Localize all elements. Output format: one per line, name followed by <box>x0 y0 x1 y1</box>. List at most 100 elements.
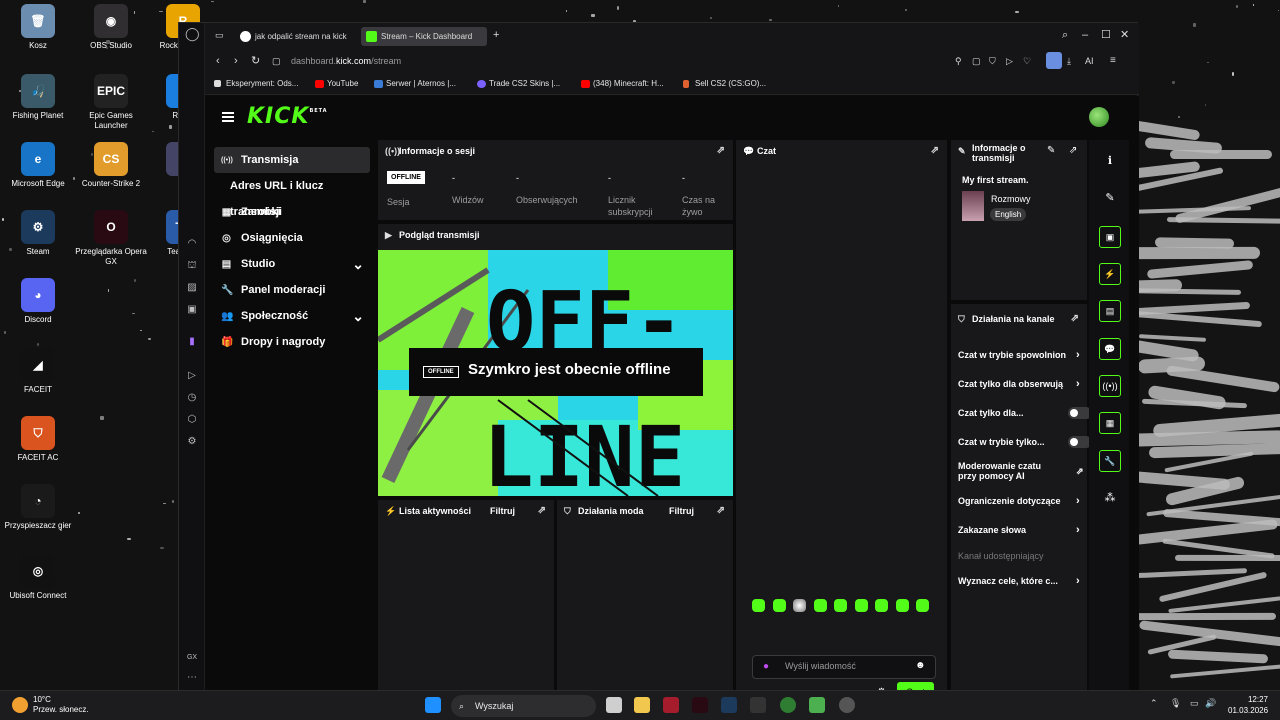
desktop-icon[interactable]: 🎣 Fishing Planet <box>0 74 76 121</box>
heart-icon[interactable]: ♡ <box>1023 54 1031 68</box>
download-icon[interactable]: ⤓ <box>1067 54 1071 68</box>
mic-tray-icon[interactable]: 🎙 <box>1170 698 1181 709</box>
volume-icon[interactable]: 🔊 <box>1205 698 1216 709</box>
taskbar-search[interactable]: ⌕ Wyszukaj <box>451 695 596 717</box>
channel-action-item[interactable]: Moderowanie czatu przy pomocy AI ⇗ <box>958 461 1084 481</box>
desktop-icon[interactable]: ◕ Discord <box>0 278 76 325</box>
emoji-icon[interactable]: ☻ <box>915 660 926 671</box>
tab-google[interactable]: jak odpalić stream na kick <box>235 27 355 46</box>
settings-icon[interactable]: ⚙ <box>185 435 199 449</box>
channel-action-item[interactable]: Czat tylko dla... <box>958 406 1092 420</box>
menu-icon[interactable]: ≡ <box>1110 54 1116 68</box>
nav-item[interactable]: 🎁 Dropy i nagrody <box>214 329 370 355</box>
nav-item[interactable]: Adres URL i klucz transmisji <box>214 173 370 218</box>
snapshot-icon[interactable]: ▢ <box>972 54 981 68</box>
bookmark-item[interactable]: (348) Minecraft: H... <box>581 78 664 90</box>
chat-input[interactable]: ● Wyślij wiadomość ☻ <box>752 655 936 679</box>
bookmark-item[interactable]: Eksperyment: Ods... <box>214 78 298 90</box>
channel-action-item[interactable]: Ograniczenie dotyczące › <box>958 494 1080 508</box>
nav-item[interactable]: 🔧 Panel moderacji <box>214 277 370 303</box>
emote-icon[interactable] <box>916 599 929 612</box>
kick-logo[interactable]: KICKBETA <box>247 104 328 129</box>
search-icon[interactable]: ⌕ <box>1062 28 1068 42</box>
network-icon[interactable]: ▭ <box>1190 698 1199 709</box>
new-tab-button[interactable]: + <box>493 28 499 42</box>
emote-icon[interactable] <box>875 599 888 612</box>
nav-item[interactable]: ▤ Studio ⌄ <box>214 251 370 277</box>
pin-icon[interactable]: ⚲ <box>955 54 962 68</box>
popout-icon[interactable]: ⇗ <box>717 500 725 522</box>
forward-icon[interactable]: › <box>234 54 238 68</box>
bookmark-item[interactable]: Trade CS2 Skins |... <box>477 78 560 90</box>
popout-icon[interactable]: ⇗ <box>931 140 939 162</box>
channel-action-item[interactable]: Wyznacz cele, które c... › <box>958 574 1080 588</box>
opera-gx-taskbar-icon[interactable] <box>663 697 679 713</box>
filter-button[interactable]: Filtruj <box>490 500 515 522</box>
url-field[interactable]: dashboard.kick.com/stream <box>291 53 401 69</box>
info-icon[interactable]: ℹ <box>1099 151 1121 171</box>
xbox-taskbar-icon[interactable] <box>809 697 825 713</box>
channel-action-item[interactable]: Czat w trybie tylko... <box>958 435 1092 449</box>
desktop-icon[interactable]: ⛉ FACEIT AC <box>0 416 76 463</box>
opera-taskbar-icon[interactable] <box>692 697 708 713</box>
more-icon[interactable]: ⋯ <box>185 671 199 685</box>
app-taskbar-icon[interactable] <box>839 697 855 713</box>
nav-item[interactable]: ((•)) Transmisja <box>214 147 370 173</box>
windows-start-icon[interactable] <box>425 697 441 713</box>
steam-taskbar-icon[interactable] <box>721 697 737 713</box>
media-icon[interactable]: ▣ <box>185 303 199 317</box>
hamburger-menu-icon[interactable] <box>222 112 234 122</box>
weather-icon[interactable] <box>12 697 28 713</box>
mic-icon[interactable]: ● <box>763 661 769 672</box>
clip-icon[interactable]: ▣ <box>1099 226 1121 248</box>
desktop-icon[interactable]: ⚙ Steam <box>0 210 76 257</box>
desktop-icon[interactable]: CS Counter-Strike 2 <box>73 142 149 189</box>
file-explorer-icon[interactable] <box>634 697 650 713</box>
desktop-icon[interactable]: ◢ FACEIT <box>0 348 76 395</box>
weather-widget[interactable]: 10°C Przew. słonecz. <box>33 695 89 715</box>
tray-chevron-icon[interactable]: ⌃ <box>1150 698 1158 709</box>
emote-icon[interactable] <box>834 599 847 612</box>
nav-item[interactable]: ▦ Zarobki <box>214 199 370 225</box>
user-avatar[interactable] <box>1089 107 1109 127</box>
channel-action-item[interactable]: Zakazane słowa › <box>958 523 1080 537</box>
desktop-icon[interactable]: ◔ Przyspieszacz gier <box>0 484 76 531</box>
clock[interactable]: 12:27 01.03.2026 <box>1228 694 1268 716</box>
emote-icon[interactable] <box>793 599 806 612</box>
nav-item[interactable]: 👥 Społeczność ⌄ <box>214 303 370 329</box>
popout-icon[interactable]: ⇗ <box>1069 145 1077 156</box>
extensions-icon[interactable]: ⬡ <box>185 413 199 427</box>
shield-icon[interactable]: ⛉ <box>989 54 996 68</box>
bookmark-item[interactable]: YouTube <box>315 78 358 90</box>
bookmark-item[interactable]: Serwer | Aternos |... <box>374 78 456 90</box>
popout-icon[interactable]: ⇗ <box>717 140 725 162</box>
nav-item[interactable]: ◎ Osiągnięcia <box>214 225 370 251</box>
task-view-icon[interactable] <box>606 697 622 713</box>
player-icon[interactable]: ▷ <box>185 369 199 383</box>
app-m-taskbar-icon[interactable] <box>750 697 766 713</box>
tab-menu-icon[interactable]: ▭ <box>215 28 224 42</box>
emote-icon[interactable] <box>813 599 827 612</box>
desktop-icon[interactable]: O Przeglądarka Opera GX <box>73 210 149 267</box>
edit-icon[interactable]: ✎ <box>1047 145 1055 156</box>
emote-icon[interactable] <box>772 599 786 612</box>
desktop-icon[interactable]: e Microsoft Edge <box>0 142 76 189</box>
store-icon[interactable]: ⛫ <box>185 259 199 273</box>
popout-icon[interactable]: ⇗ <box>538 500 546 522</box>
close-button[interactable]: ✕ <box>1120 28 1129 42</box>
desktop-icon[interactable]: 🗑 Kosz <box>0 4 76 51</box>
channel-action-item[interactable]: Czat tylko dla obserwują › <box>958 377 1080 391</box>
desktop-icon[interactable]: EPIC Epic Games Launcher <box>73 74 149 131</box>
app-taskbar-icon[interactable] <box>780 697 796 713</box>
bookmark-item[interactable]: Sell CS2 (CS:GO)... <box>683 78 766 90</box>
wallpaper-icon[interactable]: ▨ <box>185 281 199 295</box>
minimize-button[interactable]: – <box>1082 28 1088 42</box>
speed-icon[interactable]: ◠ <box>185 237 199 251</box>
maximize-button[interactable]: ☐ <box>1101 28 1111 42</box>
group-icon[interactable]: ⁂ <box>1099 488 1121 508</box>
note-icon[interactable]: ▤ <box>1099 300 1121 322</box>
reload-icon[interactable]: ↻ <box>251 54 260 68</box>
list-icon[interactable]: ▦ <box>1099 412 1121 434</box>
filter-button[interactable]: Filtruj <box>669 500 694 522</box>
broadcast-icon[interactable]: ((•)) <box>1099 375 1121 397</box>
